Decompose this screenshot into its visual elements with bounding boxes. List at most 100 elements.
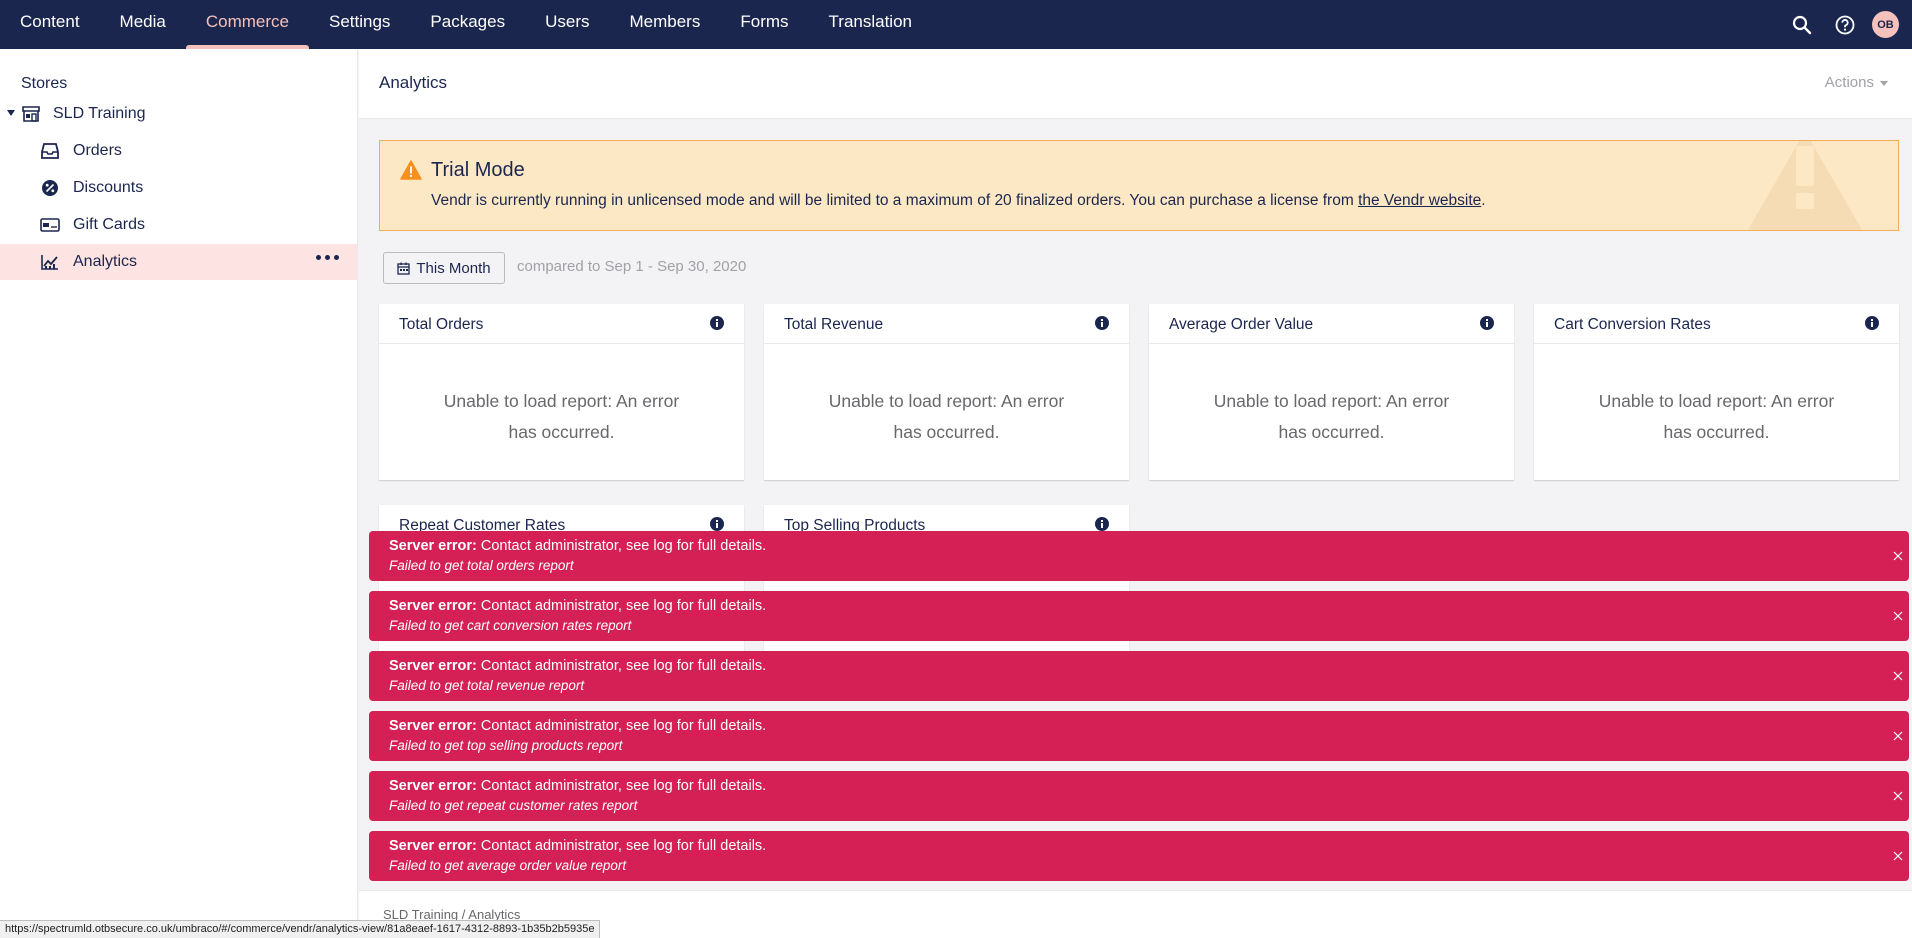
tree-item-discounts[interactable]: Discounts [0, 170, 357, 206]
analytics-chart-icon [40, 252, 60, 272]
store-tree: Stores SLD Training Orders Discounts Gif… [0, 49, 358, 938]
card-title: Total Orders [399, 316, 484, 333]
close-icon[interactable] [1891, 849, 1905, 863]
trial-text-after: . [1481, 192, 1486, 209]
card-title: Cart Conversion Rates [1554, 316, 1711, 333]
discount-badge-icon [40, 178, 60, 198]
warning-watermark-icon [1747, 141, 1863, 230]
close-icon[interactable] [1891, 609, 1905, 623]
error-notification: Server error: Contact administrator, see… [369, 831, 1909, 881]
section-forms[interactable]: Forms [720, 0, 808, 49]
notification-bold: Server error: [389, 538, 477, 554]
section-translation[interactable]: Translation [809, 0, 932, 49]
notification-message: Server error: Contact administrator, see… [389, 598, 766, 614]
trial-message: Vendr is currently running in unlicensed… [431, 192, 1486, 210]
trial-title: Trial Mode [431, 159, 525, 181]
tree-item-label: SLD Training [53, 105, 146, 122]
notification-bold: Server error: [389, 718, 477, 734]
info-icon[interactable] [1480, 316, 1494, 330]
notification-text: Contact administrator, see log for full … [476, 718, 767, 734]
tree-item-label: Gift Cards [73, 216, 146, 233]
card-error-message: Unable to load report: An error has occu… [1213, 391, 1450, 442]
notification-bold: Server error: [389, 598, 477, 614]
report-card-total-revenue: Total Revenue Unable to load report: An … [764, 304, 1129, 480]
actions-dropdown[interactable]: Actions [1825, 74, 1888, 91]
notification-bold: Server error: [389, 658, 477, 674]
error-notification: Server error: Contact administrator, see… [369, 771, 1909, 821]
tree-item-label: Analytics [73, 253, 138, 270]
editor-header: Analytics Actions [359, 49, 1912, 119]
section-content[interactable]: Content [0, 0, 100, 49]
store-icon [21, 104, 41, 124]
notification-detail: Failed to get repeat customer rates repo… [389, 798, 638, 813]
notification-text: Contact administrator, see log for full … [476, 598, 767, 614]
section-media[interactable]: Media [100, 0, 186, 49]
info-icon[interactable] [710, 517, 724, 531]
user-avatar[interactable]: OB [1872, 11, 1899, 38]
close-icon[interactable] [1891, 669, 1905, 683]
vendr-website-link[interactable]: the Vendr website [1358, 192, 1481, 209]
warning-icon [400, 160, 422, 180]
error-notification: Server error: Contact administrator, see… [369, 531, 1909, 581]
card-title: Average Order Value [1169, 316, 1314, 333]
notification-detail: Failed to get total orders report [389, 558, 574, 573]
section-packages[interactable]: Packages [410, 0, 525, 49]
calendar-icon [397, 262, 411, 275]
notification-text: Contact administrator, see log for full … [476, 838, 767, 854]
notification-message: Server error: Contact administrator, see… [389, 658, 766, 674]
notification-detail: Failed to get cart conversion rates repo… [389, 618, 632, 633]
compare-text: compared to Sep 1 - Sep 30, 2020 [517, 258, 747, 275]
card-title: Total Revenue [784, 316, 884, 333]
date-range-button[interactable]: This Month [383, 252, 505, 284]
tree-title: Stores [21, 75, 68, 92]
notification-message: Server error: Contact administrator, see… [389, 778, 766, 794]
tree-item-analytics[interactable]: Analytics [0, 244, 357, 280]
page-title: Analytics [379, 73, 448, 92]
gift-card-icon [40, 215, 60, 235]
notification-bold: Server error: [389, 778, 477, 794]
tree-item-orders[interactable]: Orders [0, 133, 357, 169]
tree-item-store[interactable]: SLD Training [0, 96, 357, 132]
card-header: Total Orders [379, 304, 744, 344]
notification-message: Server error: Contact administrator, see… [389, 838, 766, 854]
section-settings[interactable]: Settings [309, 0, 410, 49]
more-options-icon[interactable] [316, 255, 339, 260]
close-icon[interactable] [1891, 789, 1905, 803]
info-icon[interactable] [710, 316, 724, 330]
trial-text-before: Vendr is currently running in unlicensed… [431, 192, 1359, 209]
help-button[interactable] [1823, 3, 1866, 46]
report-card-cart-conversion-rates: Cart Conversion Rates Unable to load rep… [1534, 304, 1899, 480]
search-button[interactable] [1780, 3, 1823, 46]
info-icon[interactable] [1095, 517, 1109, 531]
notification-text: Contact administrator, see log for full … [476, 658, 767, 674]
section-users[interactable]: Users [525, 0, 609, 49]
tree-item-gift-cards[interactable]: Gift Cards [0, 207, 357, 243]
caret-down-icon[interactable] [7, 110, 15, 116]
error-notification: Server error: Contact administrator, see… [369, 651, 1909, 701]
info-icon[interactable] [1865, 316, 1879, 330]
report-card-average-order-value: Average Order Value Unable to load repor… [1149, 304, 1514, 480]
card-header: Average Order Value [1149, 304, 1514, 344]
close-icon[interactable] [1891, 729, 1905, 743]
notification-detail: Failed to get top selling products repor… [389, 738, 623, 753]
report-card-total-orders: Total Orders Unable to load report: An e… [379, 304, 744, 480]
section-tabs: Content Media Commerce Settings Packages… [0, 0, 932, 49]
card-error-message: Unable to load report: An error has occu… [443, 391, 680, 442]
notification-message: Server error: Contact administrator, see… [389, 718, 766, 734]
browser-status-url: https://spectrumld.otbsecure.co.uk/umbra… [0, 920, 601, 938]
date-range-label: This Month [416, 259, 491, 277]
error-notification: Server error: Contact administrator, see… [369, 711, 1909, 761]
notification-detail: Failed to get total revenue report [389, 678, 585, 693]
notification-text: Contact administrator, see log for full … [476, 778, 767, 794]
section-members[interactable]: Members [610, 0, 721, 49]
close-icon[interactable] [1891, 549, 1905, 563]
info-icon[interactable] [1095, 316, 1109, 330]
search-icon [1792, 15, 1811, 34]
help-icon [1835, 15, 1854, 34]
error-notification: Server error: Contact administrator, see… [369, 591, 1909, 641]
section-commerce[interactable]: Commerce [185, 0, 310, 49]
card-error-message: Unable to load report: An error has occu… [828, 391, 1065, 442]
card-error-message: Unable to load report: An error has occu… [1598, 391, 1835, 442]
top-navigation: Content Media Commerce Settings Packages… [0, 0, 1912, 49]
inbox-icon [40, 141, 60, 161]
